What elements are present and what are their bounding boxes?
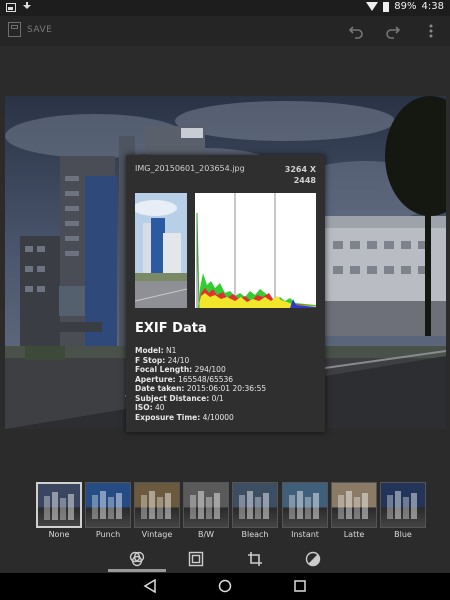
filters-icon[interactable]	[129, 551, 145, 567]
exif-field: Focal Length: 294/100	[135, 365, 266, 375]
exif-height: 2448	[293, 176, 316, 185]
exif-field-label: Exposure Time:	[135, 412, 201, 422]
filter-label: B/W	[197, 530, 215, 539]
exif-field-value: 4/10000	[202, 412, 234, 422]
filter-label: Latte	[343, 530, 365, 539]
exif-field-value: 0/1	[211, 393, 224, 403]
undo-icon[interactable]	[348, 23, 364, 39]
exif-field: Model: N1	[135, 346, 266, 356]
back-icon[interactable]	[143, 579, 157, 593]
exif-field: Date taken: 2015:06:01 20:36:55	[135, 384, 266, 394]
filter-thumbnail	[134, 482, 180, 528]
filter-thumbnail	[36, 482, 82, 528]
frame-icon[interactable]	[188, 551, 204, 567]
battery-percent: 89%	[394, 1, 417, 12]
filter-instant[interactable]: Instant	[282, 482, 328, 542]
exif-field-value: 165548/65536	[178, 374, 234, 384]
filter-label: Bleach	[241, 530, 269, 539]
filter-bw[interactable]: B/W	[183, 482, 229, 542]
active-tab-indicator	[108, 569, 166, 572]
exif-dimensions: 3264 X 2448	[285, 164, 316, 186]
filter-punch[interactable]: Punch	[85, 482, 131, 542]
filter-vintage[interactable]: Vintage	[134, 482, 180, 542]
exif-field-label: Subject Distance:	[135, 393, 210, 403]
recents-icon[interactable]	[293, 579, 307, 593]
battery-icon	[383, 1, 390, 12]
filter-thumbnail	[282, 482, 328, 528]
exif-title: EXIF Data	[135, 321, 207, 336]
exif-field: Aperture: 165548/65536	[135, 375, 266, 385]
exif-dialog: IMG_20150601_203654.jpg 3264 X 2448 EXIF…	[126, 155, 325, 432]
exif-thumbnail	[135, 193, 187, 308]
filter-bleach[interactable]: Bleach	[232, 482, 278, 542]
exif-field-value: 24/10	[167, 355, 190, 365]
filter-label: Vintage	[141, 530, 173, 539]
clock: 4:38	[421, 1, 444, 12]
exif-field-label: Date taken:	[135, 384, 185, 393]
exif-field-label: Focal Length:	[135, 365, 193, 374]
exif-width: 3264 X	[284, 165, 316, 174]
status-bar: 89% 4:38	[0, 0, 450, 16]
edit-category-bar	[0, 545, 450, 573]
exif-field: Exposure Time: 4/10000	[135, 413, 266, 423]
redo-icon[interactable]	[385, 23, 401, 39]
download-icon	[22, 2, 32, 13]
exif-field: Subject Distance: 0/1	[135, 394, 266, 404]
exif-field-label: Model:	[135, 346, 164, 355]
filter-blue[interactable]: Blue	[380, 482, 426, 542]
crop-icon[interactable]	[247, 551, 263, 567]
filter-thumbnail	[380, 482, 426, 528]
save-icon	[8, 22, 21, 37]
adjust-icon[interactable]	[305, 551, 321, 567]
save-label: SAVE	[27, 24, 53, 35]
system-navigation-bar	[0, 573, 450, 600]
exif-field: ISO: 40	[135, 403, 266, 413]
exif-field-label: Aperture:	[135, 374, 176, 384]
filter-latte[interactable]: Latte	[331, 482, 377, 542]
gallery-notification-icon	[6, 3, 16, 12]
filter-thumbnail	[232, 482, 278, 528]
exif-field-value: 294/100	[194, 365, 226, 374]
filter-label: Blue	[394, 530, 412, 539]
filter-thumbnail	[331, 482, 377, 528]
overflow-menu-icon[interactable]	[423, 23, 439, 39]
exif-field: F Stop: 24/10	[135, 356, 266, 366]
filter-thumbnail	[183, 482, 229, 528]
home-icon[interactable]	[218, 579, 232, 593]
filter-none[interactable]: None	[36, 482, 82, 542]
exif-fields: Model: N1 F Stop: 24/10 Focal Length: 29…	[135, 346, 266, 422]
exif-field-value: N1	[166, 346, 177, 355]
filter-label: Punch	[95, 530, 121, 539]
wifi-icon	[366, 2, 379, 11]
filter-strip[interactable]: None Punch Vintage B/W Bleach Instant La…	[0, 482, 450, 542]
filter-label: Instant	[291, 530, 319, 539]
editor-toolbar: SAVE	[0, 16, 450, 46]
filter-label: None	[48, 530, 70, 539]
exif-field-label: ISO:	[135, 403, 153, 412]
exif-field-value: 40	[154, 403, 165, 412]
exif-histogram	[195, 193, 316, 309]
exif-filename: IMG_20150601_203654.jpg	[135, 164, 245, 173]
exif-field-label: F Stop:	[135, 355, 166, 365]
save-button[interactable]: SAVE	[8, 22, 52, 37]
filter-thumbnail	[85, 482, 131, 528]
exif-field-value: 2015:06:01 20:36:55	[186, 384, 267, 393]
